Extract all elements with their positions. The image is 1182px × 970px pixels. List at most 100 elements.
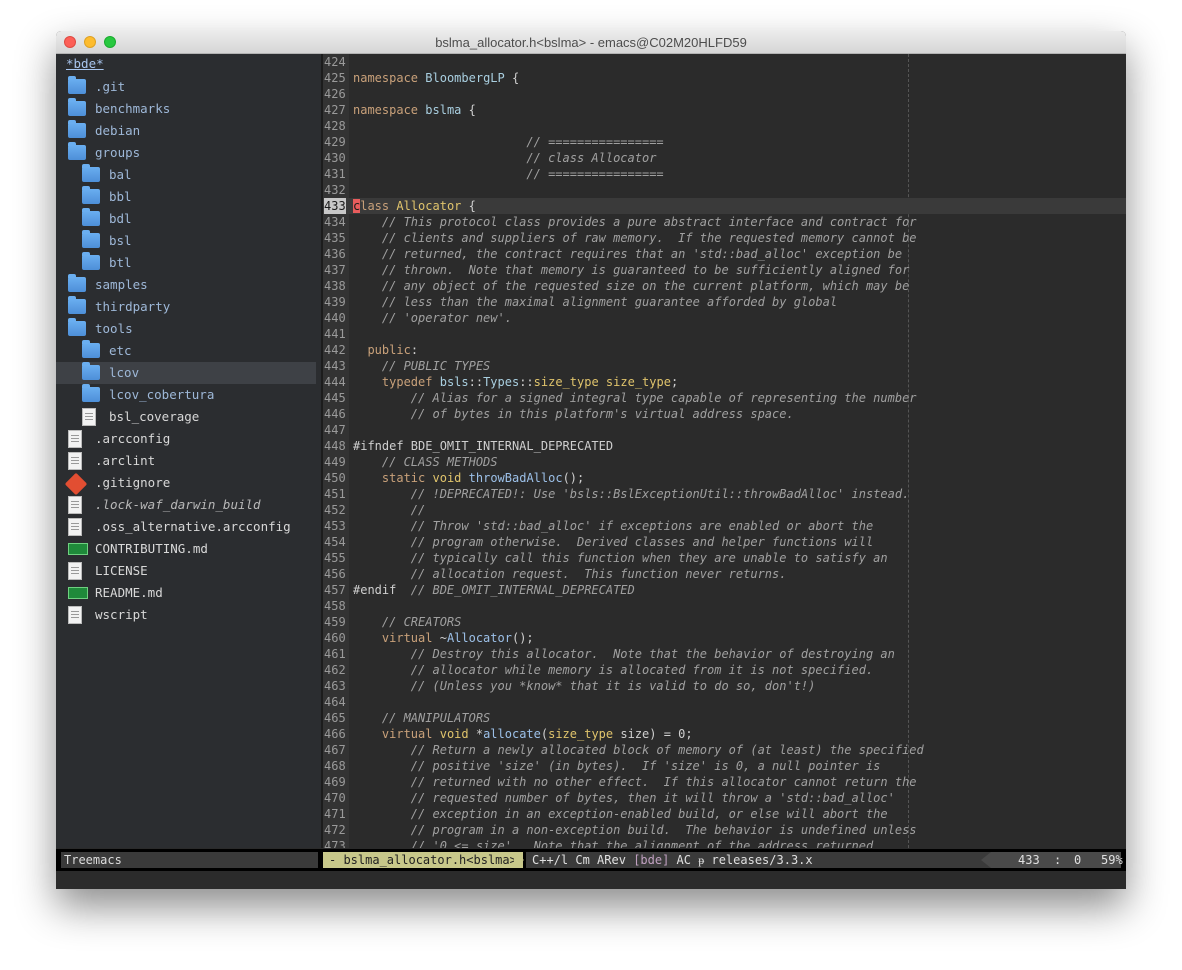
treemacs-sidebar[interactable]: *bde* .git benchmarks debian groups bal bbl bd… [56,54,321,848]
code-line[interactable]: 447 [323,422,1126,438]
tree-item[interactable]: debian [56,120,316,142]
code-line[interactable]: 426 [323,86,1126,102]
tree-item[interactable]: .arclint [56,450,316,472]
tree-item-label: lcov_cobertura [109,387,215,402]
tree-item[interactable]: CONTRIBUTING.md [56,538,316,560]
tree-item[interactable]: lcov [56,362,316,384]
code-line[interactable]: 466 virtual void *allocate(size_type siz… [323,726,1126,742]
line-number: 456 [324,567,346,581]
tree-item[interactable]: btl [56,252,316,274]
project-name[interactable]: [bde] [633,853,669,867]
code-text: // Return a newly allocated block of mem… [410,743,924,757]
code-line[interactable]: 463 // (Unless you *know* that it is val… [323,678,1126,694]
code-line[interactable]: 445 // Alias for a signed integral type … [323,390,1126,406]
code-line[interactable]: 439 // less than the maximal alignment g… [323,294,1126,310]
code-line[interactable]: 449 // CLASS METHODS [323,454,1126,470]
line-number: 452 [324,503,346,517]
code-line[interactable]: 451 // !DEPRECATED!: Use 'bsls::BslExcep… [323,486,1126,502]
tree-item[interactable]: wscript [56,604,316,626]
major-mode[interactable]: C++/l [532,853,568,867]
line-number: 461 [324,647,346,661]
line-number: 465 [324,711,346,725]
tree-item[interactable]: bdl [56,208,316,230]
tree-item[interactable]: bsl_coverage [56,406,316,428]
code-line[interactable]: 470 // requested number of bytes, then i… [323,790,1126,806]
code-line[interactable]: 428 [323,118,1126,134]
code-line[interactable]: 440 // 'operator new'. [323,310,1126,326]
code-text: // CREATORS [381,615,462,629]
code-line[interactable]: 458 [323,598,1126,614]
minor-mode-arev[interactable]: ARev [597,853,626,867]
code-line[interactable]: 473 // '0 <= size'. Note that the alignm… [323,838,1126,848]
file-icon [68,518,82,536]
code-line[interactable]: 443 // PUBLIC TYPES [323,358,1126,374]
tree-item[interactable]: .oss_alternative.arcconfig [56,516,316,538]
tree-item[interactable]: .arcconfig [56,428,316,450]
code-line[interactable]: 430 // class Allocator [323,150,1126,166]
tree-item[interactable]: .gitignore [56,472,316,496]
code-line[interactable]: 459 // CREATORS [323,614,1126,630]
code-line[interactable]: 442 public: [323,342,1126,358]
tree-item[interactable]: groups [56,142,316,164]
code-line[interactable]: 444 typedef bsls::Types::size_type size_… [323,374,1126,390]
code-line[interactable]: 448 #ifndef BDE_OMIT_INTERNAL_DEPRECATED [323,438,1126,454]
line-number: 473 [324,839,346,848]
code-line[interactable]: 433 class Allocator { [323,198,1126,214]
tree-item[interactable]: bsl [56,230,316,252]
code-line[interactable]: 462 // allocator while memory is allocat… [323,662,1126,678]
tree-item[interactable]: bal [56,164,316,186]
code-line[interactable]: 469 // returned with no other effect. If… [323,774,1126,790]
code-line[interactable]: 441 [323,326,1126,342]
code-line[interactable]: 427 namespace bslma { [323,102,1126,118]
code-line[interactable]: 452 // [323,502,1126,518]
code-line[interactable]: 468 // positive 'size' (in bytes). If 's… [323,758,1126,774]
code-line[interactable]: 453 // Throw 'std::bad_alloc' if excepti… [323,518,1126,534]
tree-item[interactable]: README.md [56,582,316,604]
tree-item[interactable]: .lock-waf_darwin_build [56,494,316,516]
code-line[interactable]: 431 // ================ [323,166,1126,182]
code-line[interactable]: 455 // typically call this function when… [323,550,1126,566]
code-line[interactable]: 434 // This protocol class provides a pu… [323,214,1126,230]
line-number: 467 [324,743,346,757]
code-line[interactable]: 425 namespace BloombergLP { [323,70,1126,86]
code-editor[interactable]: 424 425 namespace BloombergLP {426 427 names… [323,54,1126,848]
minor-mode-ac[interactable]: AC [677,853,691,867]
treemacs-root[interactable]: *bde* [66,56,104,74]
tree-item[interactable]: lcov_cobertura [56,384,316,406]
code-line[interactable]: 454 // program otherwise. Derived classe… [323,534,1126,550]
code-text: // 'operator new'. [381,311,512,325]
code-line[interactable]: 438 // any object of the requested size … [323,278,1126,294]
code-line[interactable]: 471 // exception in an exception-enabled… [323,806,1126,822]
line-number: 441 [324,327,346,341]
code-line[interactable]: 446 // of bytes in this platform's virtu… [323,406,1126,422]
code-line[interactable]: 437 // thrown. Note that memory is guara… [323,262,1126,278]
code-line[interactable]: 429 // ================ [323,134,1126,150]
code-line[interactable]: 435 // clients and suppliers of raw memo… [323,230,1126,246]
code-line[interactable]: 456 // allocation request. This function… [323,566,1126,582]
code-line[interactable]: 432 [323,182,1126,198]
tree-item[interactable]: tools [56,318,316,340]
code-line[interactable]: 460 virtual ~Allocator(); [323,630,1126,646]
tree-item[interactable]: bbl [56,186,316,208]
code-line[interactable]: 457 #endif // BDE_OMIT_INTERNAL_DEPRECATE… [323,582,1126,598]
code-line[interactable]: 461 // Destroy this allocator. Note that… [323,646,1126,662]
minor-mode-cm[interactable]: Cm [575,853,589,867]
code-line[interactable]: 472 // program in a non-exception build.… [323,822,1126,838]
git-branch[interactable]: releases/3.3.x [711,853,812,867]
tree-item[interactable]: etc [56,340,316,362]
tree-item[interactable]: LICENSE [56,560,316,582]
folder-icon [82,230,100,248]
tree-item[interactable]: benchmarks [56,98,316,120]
code-line[interactable]: 436 // returned, the contract requires t… [323,246,1126,262]
tree-item[interactable]: .git [56,76,316,98]
tree-item[interactable]: thirdparty [56,296,316,318]
code-line[interactable]: 464 [323,694,1126,710]
buffer-name[interactable]: - bslma_allocator.h<bslma> [323,852,523,868]
code-line[interactable]: 450 static void throwBadAlloc(); [323,470,1126,486]
code-line[interactable]: 424 [323,54,1126,70]
line-number: 438 [324,279,346,293]
code-line[interactable]: 465 // MANIPULATORS [323,710,1126,726]
tree-item[interactable]: samples [56,274,316,296]
line-number: 439 [324,295,346,309]
code-line[interactable]: 467 // Return a newly allocated block of… [323,742,1126,758]
